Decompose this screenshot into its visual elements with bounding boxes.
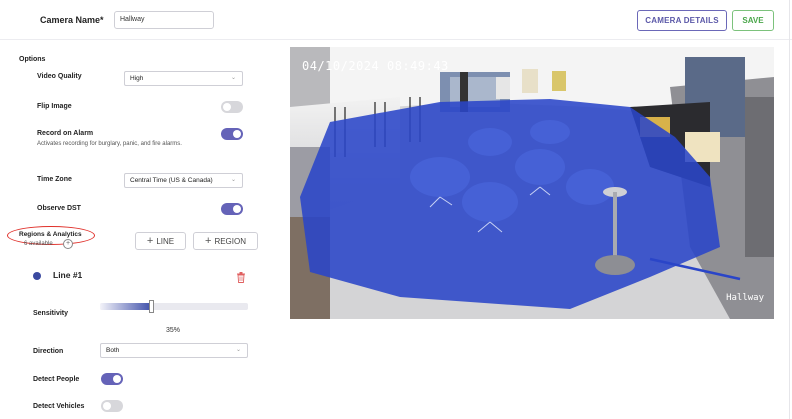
toggle-knob xyxy=(113,375,121,383)
camera-video-feed[interactable]: 04/10/2024 08:49:43 Hallway xyxy=(290,47,774,319)
observe-dst-toggle[interactable] xyxy=(221,203,243,215)
info-icon[interactable]: + xyxy=(63,239,73,249)
time-zone-select[interactable]: Central Time (US & Canada) ⌄ xyxy=(124,173,243,188)
detect-vehicles-label: Detect Vehicles xyxy=(33,403,85,410)
flip-image-label: Flip Image xyxy=(37,103,72,110)
direction-select[interactable]: Both ⌄ xyxy=(100,343,248,358)
sensitivity-slider-thumb[interactable] xyxy=(149,300,155,313)
video-timestamp: 04/10/2024 08:49:43 xyxy=(302,59,449,73)
camera-name-label: Camera Name* xyxy=(40,15,104,25)
detect-people-label: Detect People xyxy=(33,376,80,383)
record-on-alarm-toggle[interactable] xyxy=(221,128,243,140)
observe-dst-label: Observe DST xyxy=(37,205,81,212)
line-name: Line #1 xyxy=(53,270,83,280)
video-camera-label: Hallway xyxy=(726,293,764,303)
regions-available-count: 6 available xyxy=(24,241,53,247)
add-line-label: LINE xyxy=(156,236,175,246)
toggle-knob xyxy=(233,205,241,213)
toggle-knob xyxy=(103,402,111,410)
sensitivity-label: Sensitivity xyxy=(33,310,69,317)
line-color-dot xyxy=(33,272,41,280)
header-divider xyxy=(0,39,792,40)
plus-icon: + xyxy=(146,235,154,247)
record-on-alarm-label: Record on Alarm xyxy=(37,130,94,137)
video-quality-select[interactable]: High ⌄ xyxy=(124,71,243,86)
time-zone-value: Central Time (US & Canada) xyxy=(130,177,213,184)
direction-value: Both xyxy=(106,347,120,354)
panel-border xyxy=(789,0,790,419)
options-title: Options xyxy=(19,56,46,63)
detect-people-toggle[interactable] xyxy=(101,373,123,385)
record-on-alarm-description: Activates recording for burglary, panic,… xyxy=(37,141,182,147)
sensitivity-value: 35% xyxy=(166,327,181,334)
camera-details-button[interactable]: CAMERA DETAILS xyxy=(637,10,727,31)
chevron-down-icon: ⌄ xyxy=(230,75,236,81)
direction-label: Direction xyxy=(33,348,64,355)
sensitivity-slider-fill xyxy=(100,303,152,310)
chevron-down-icon: ⌄ xyxy=(235,347,241,353)
camera-name-input[interactable]: Hallway xyxy=(114,11,214,29)
add-line-button[interactable]: + LINE xyxy=(135,232,186,250)
save-button[interactable]: SAVE xyxy=(732,10,774,31)
plus-icon: + xyxy=(205,235,212,247)
video-quality-value: High xyxy=(130,75,144,82)
trash-icon[interactable] xyxy=(236,270,246,288)
toggle-knob xyxy=(223,103,231,111)
regions-analytics-title: Regions & Analytics xyxy=(19,231,82,238)
add-region-label: REGION xyxy=(214,236,246,246)
video-quality-label: Video Quality xyxy=(37,73,82,80)
add-region-button[interactable]: + REGION xyxy=(193,232,258,250)
time-zone-label: Time Zone xyxy=(37,176,72,183)
flip-image-toggle[interactable] xyxy=(221,101,243,113)
camera-scene xyxy=(290,47,774,319)
detect-vehicles-toggle[interactable] xyxy=(101,400,123,412)
toggle-knob xyxy=(233,130,241,138)
chevron-down-icon: ⌄ xyxy=(230,177,236,183)
sensitivity-slider[interactable] xyxy=(100,303,248,310)
